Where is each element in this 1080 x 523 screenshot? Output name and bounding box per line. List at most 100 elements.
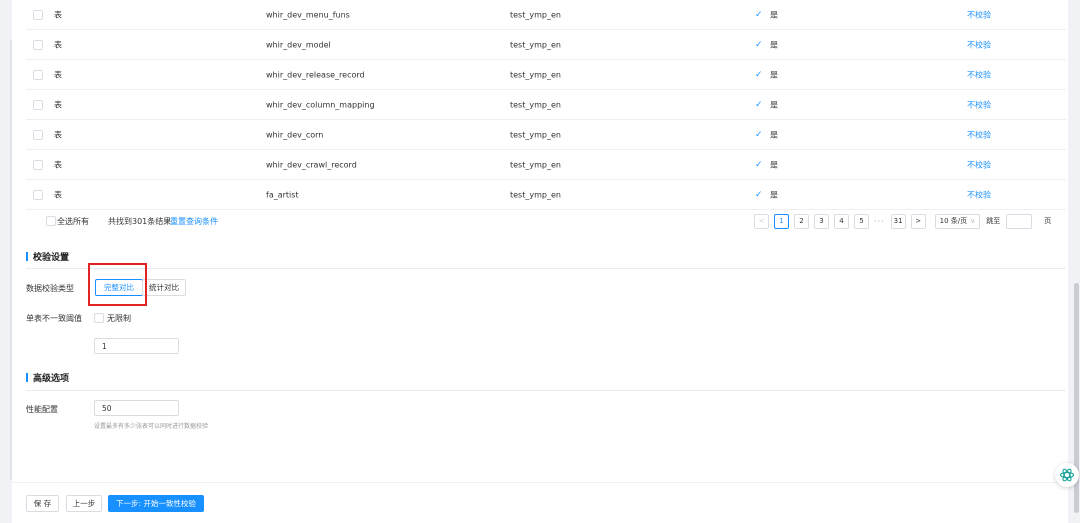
advanced-section-title: 高级选项 xyxy=(26,371,69,384)
check-icon: ✓ xyxy=(755,99,763,110)
row-table-name: whir_dev_release_record xyxy=(266,70,365,79)
row-checkbox[interactable] xyxy=(33,39,43,50)
row-action-link[interactable]: 不校验 xyxy=(967,129,991,140)
row-type: 表 xyxy=(54,130,62,139)
check-icon: ✓ xyxy=(755,69,763,80)
perf-input[interactable]: 50 xyxy=(94,400,179,416)
select-all-checkbox[interactable] xyxy=(46,216,56,226)
table-row: 表 whir_dev_menu_funs test_ymp_en ✓ 是 不校验 xyxy=(26,0,1066,30)
reset-query-link[interactable]: 重置查询条件 xyxy=(170,216,218,227)
row-status: 是 xyxy=(770,70,778,79)
row-checkbox[interactable] xyxy=(33,9,43,20)
table-row: 表 fa_artist test_ymp_en ✓ 是 不校验 xyxy=(26,180,1066,210)
section-divider xyxy=(26,390,1066,391)
page-size-select[interactable]: 10 条/页 ∨ xyxy=(934,213,981,229)
table-footer: 全选所有 共找到301条结果 重置查询条件 < 1 2 3 4 5 ··· 31… xyxy=(26,210,1066,232)
row-table-name: whir_dev_column_mapping xyxy=(266,100,375,109)
pagination-ellipsis[interactable]: ··· xyxy=(874,217,885,226)
row-database: test_ymp_en xyxy=(510,130,561,139)
pagination-page-5[interactable]: 5 xyxy=(854,213,869,229)
jump-page-input[interactable] xyxy=(1006,213,1033,229)
perf-label: 性能配置 xyxy=(26,405,58,414)
check-icon: ✓ xyxy=(755,39,763,50)
row-table-name: whir_dev_menu_funs xyxy=(266,10,350,19)
row-database: test_ymp_en xyxy=(510,70,561,79)
row-status: 是 xyxy=(770,40,778,49)
row-status: 是 xyxy=(770,190,778,199)
pagination-page-3[interactable]: 3 xyxy=(814,213,829,229)
validation-section-title: 校验设置 xyxy=(26,250,69,263)
row-table-name: fa_artist xyxy=(266,190,299,199)
section-divider xyxy=(26,268,1066,269)
pagination-page-2[interactable]: 2 xyxy=(794,213,809,229)
left-panel xyxy=(0,0,12,523)
perf-hint: 设置最多有多少张表可以同时进行数据校验 xyxy=(94,423,209,430)
unlimited-checkbox[interactable] xyxy=(94,313,104,323)
ai-assistant-icon xyxy=(1059,468,1075,482)
row-status: 是 xyxy=(770,10,778,19)
row-status: 是 xyxy=(770,130,778,139)
unlimited-label: 无限制 xyxy=(107,314,131,323)
check-icon: ✓ xyxy=(755,189,763,200)
row-database: test_ymp_en xyxy=(510,100,561,109)
page-size-value: 10 条/页 xyxy=(939,217,968,225)
check-icon: ✓ xyxy=(755,9,763,20)
table-row: 表 whir_dev_corn test_ymp_en ✓ 是 不校验 xyxy=(26,120,1066,150)
row-action-link[interactable]: 不校验 xyxy=(967,189,991,200)
check-icon: ✓ xyxy=(755,159,763,170)
row-status: 是 xyxy=(770,100,778,109)
page-unit-label: 页 xyxy=(1044,217,1052,225)
pagination-prev-button[interactable]: < xyxy=(754,213,769,229)
pagination-page-1[interactable]: 1 xyxy=(774,213,789,229)
row-checkbox[interactable] xyxy=(33,129,43,140)
save-button[interactable]: 保 存 xyxy=(26,495,59,512)
result-count: 共找到301条结果 xyxy=(108,217,172,226)
row-type: 表 xyxy=(54,190,62,199)
row-checkbox[interactable] xyxy=(33,189,43,200)
threshold-label: 单表不一致阈值 xyxy=(26,314,82,323)
row-checkbox[interactable] xyxy=(33,99,43,110)
pagination-page-last[interactable]: 31 xyxy=(890,213,906,229)
ai-assistant-button[interactable] xyxy=(1055,463,1079,487)
row-table-name: whir_dev_crawl_record xyxy=(266,160,357,169)
table-row: 表 whir_dev_model test_ymp_en ✓ 是 不校验 xyxy=(26,30,1066,60)
highlight-box xyxy=(88,263,147,306)
table-row: 表 whir_dev_release_record test_ymp_en ✓ 是 不校验 xyxy=(26,60,1066,90)
row-action-link[interactable]: 不校验 xyxy=(967,99,991,110)
row-checkbox[interactable] xyxy=(33,69,43,80)
row-type: 表 xyxy=(54,100,62,109)
row-type: 表 xyxy=(54,160,62,169)
next-step-button[interactable]: 下一步: 开始一致性校验 xyxy=(108,495,204,512)
row-type: 表 xyxy=(54,40,62,49)
section-accent-bar xyxy=(26,252,28,261)
pagination-next-button[interactable]: > xyxy=(910,213,926,229)
check-icon: ✓ xyxy=(755,129,763,140)
row-database: test_ymp_en xyxy=(510,40,561,49)
row-action-link[interactable]: 不校验 xyxy=(967,9,991,20)
row-database: test_ymp_en xyxy=(510,190,561,199)
stat-compare-button[interactable]: 统计对比 xyxy=(142,279,186,296)
validation-title-text: 校验设置 xyxy=(33,253,70,263)
table-row: 表 whir_dev_crawl_record test_ymp_en ✓ 是 不校验 xyxy=(26,150,1066,180)
row-table-name: whir_dev_corn xyxy=(266,130,324,139)
row-type: 表 xyxy=(54,70,62,79)
row-database: test_ymp_en xyxy=(510,160,561,169)
main-content: 表 whir_dev_menu_funs test_ymp_en ✓ 是不校验表 whir… xyxy=(12,0,1068,523)
row-action-link[interactable]: 不校验 xyxy=(967,69,991,80)
jump-label: 跳至 xyxy=(986,217,1001,225)
table-list: 表 whir_dev_menu_funs test_ymp_en ✓ 是不校验表 whir… xyxy=(26,0,1066,210)
threshold-input[interactable]: 1 xyxy=(94,338,179,354)
row-action-link[interactable]: 不校验 xyxy=(967,39,991,50)
row-checkbox[interactable] xyxy=(33,159,43,170)
bottom-action-bar: 保 存 上一步 下一步: 开始一致性校验 xyxy=(12,482,1068,523)
pagination-page-4[interactable]: 4 xyxy=(834,213,849,229)
section-accent-bar xyxy=(26,373,28,382)
row-database: test_ymp_en xyxy=(510,10,561,19)
prev-step-button[interactable]: 上一步 xyxy=(66,495,102,512)
table-row: 表 whir_dev_column_mapping test_ymp_en ✓ 是 不校验 xyxy=(26,90,1066,120)
row-status: 是 xyxy=(770,160,778,169)
pagination: < 1 2 3 4 5 ··· 31 > 10 条/页 ∨ 跳至 页 xyxy=(754,213,1051,229)
row-action-link[interactable]: 不校验 xyxy=(967,159,991,170)
advanced-title-text: 高级选项 xyxy=(33,374,70,384)
validation-type-label: 数据校验类型 xyxy=(26,284,74,293)
